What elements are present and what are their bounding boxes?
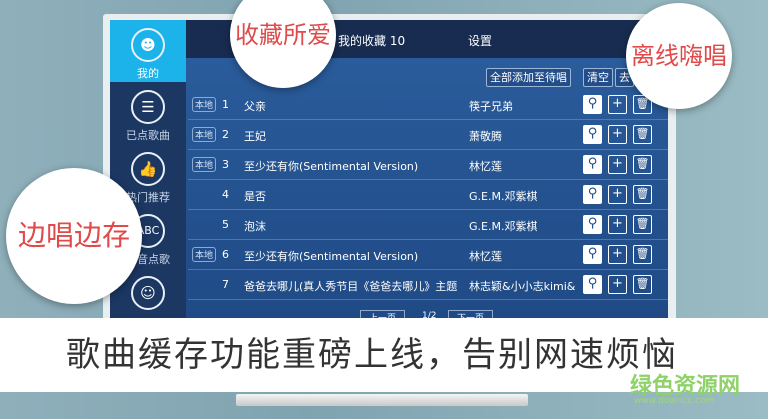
app-screen: ☻ 我的 ☰ 已点歌曲 👍 热门推荐 ABC 拼音点歌 ☺ 我的收藏 10 设置 全部添… bbox=[110, 20, 668, 320]
sidebar-item-mine[interactable]: ☻ 我的 bbox=[110, 20, 186, 82]
song-number: 3 bbox=[222, 158, 229, 171]
song-artist: 筷子兄弟 bbox=[469, 100, 513, 113]
song-artist: 林志颖&小小志kimi& bbox=[469, 280, 576, 293]
watermark-url: www.downcc.com bbox=[634, 396, 715, 406]
song-title: 至少还有你(Sentimental Version) bbox=[244, 160, 419, 173]
thumbs-up-icon: 👍 bbox=[131, 152, 165, 186]
add-plus-icon[interactable]: + bbox=[608, 185, 627, 204]
add-plus-icon[interactable]: + bbox=[608, 245, 627, 264]
add-plus-icon[interactable]: + bbox=[608, 215, 627, 234]
local-badge: 本地 bbox=[192, 97, 217, 112]
delete-trash-icon[interactable]: 🗑 bbox=[633, 245, 652, 264]
local-badge: 本地 bbox=[192, 127, 217, 142]
song-artist: 林忆莲 bbox=[469, 250, 502, 263]
add-plus-icon[interactable]: + bbox=[608, 95, 627, 114]
song-title: 王妃 bbox=[244, 130, 266, 143]
add-all-button[interactable]: 全部添加至待唱 bbox=[486, 68, 571, 87]
song-artist: 萧敬腾 bbox=[469, 130, 502, 143]
local-badge: 本地 bbox=[192, 157, 217, 172]
song-artist: 林忆莲 bbox=[469, 160, 502, 173]
tab-settings[interactable]: 设置 bbox=[468, 32, 492, 49]
list-icon: ☰ bbox=[131, 90, 165, 124]
local-badge: 本地 bbox=[192, 247, 217, 262]
callout-cache: 边唱边存 bbox=[6, 168, 142, 304]
song-title: 是否 bbox=[244, 190, 266, 203]
clear-button[interactable]: 清空 bbox=[583, 68, 613, 87]
sing-mic-icon[interactable]: ⚲ bbox=[583, 275, 602, 294]
add-plus-icon[interactable]: + bbox=[608, 125, 627, 144]
sidebar-item-label: 我的 bbox=[137, 67, 159, 80]
song-row[interactable]: 5 泡沫 G.E.M.邓紫棋 ⚲ + 🗑 bbox=[188, 210, 668, 240]
song-row[interactable]: 4 是否 G.E.M.邓紫棋 ⚲ + 🗑 bbox=[188, 180, 668, 210]
delete-trash-icon[interactable]: 🗑 bbox=[633, 125, 652, 144]
delete-trash-icon[interactable]: 🗑 bbox=[633, 155, 652, 174]
song-row[interactable]: 本地 6 至少还有你(Sentimental Version) 林忆莲 ⚲ + 🗑 bbox=[188, 240, 668, 270]
song-row[interactable]: 7 爸爸去哪儿(真人秀节目《爸爸去哪儿》主题 林志颖&小小志kimi& ⚲ + … bbox=[188, 270, 668, 300]
song-number: 4 bbox=[222, 188, 229, 201]
sing-mic-icon[interactable]: ⚲ bbox=[583, 245, 602, 264]
sing-mic-icon[interactable]: ⚲ bbox=[583, 95, 602, 114]
sing-mic-icon[interactable]: ⚲ bbox=[583, 215, 602, 234]
callout-offline: 离线嗨唱 bbox=[626, 3, 732, 109]
add-plus-icon[interactable]: + bbox=[608, 275, 627, 294]
song-number: 7 bbox=[222, 278, 229, 291]
song-artist: G.E.M.邓紫棋 bbox=[469, 220, 538, 233]
delete-trash-icon[interactable]: 🗑 bbox=[633, 185, 652, 204]
song-artist: G.E.M.邓紫棋 bbox=[469, 190, 538, 203]
sing-mic-icon[interactable]: ⚲ bbox=[583, 185, 602, 204]
delete-trash-icon[interactable]: 🗑 bbox=[633, 275, 652, 294]
tv-stand bbox=[236, 394, 528, 406]
song-row[interactable]: 本地 1 父亲 筷子兄弟 ⚲ + 🗑 bbox=[188, 90, 668, 120]
tab-favorites[interactable]: 我的收藏 10 bbox=[338, 32, 405, 49]
delete-trash-icon[interactable]: 🗑 bbox=[633, 215, 652, 234]
song-number: 6 bbox=[222, 248, 229, 261]
song-row[interactable]: 本地 2 王妃 萧敬腾 ⚲ + 🗑 bbox=[188, 120, 668, 150]
song-number: 5 bbox=[222, 218, 229, 231]
song-number: 2 bbox=[222, 128, 229, 141]
song-title: 父亲 bbox=[244, 100, 266, 113]
song-row[interactable]: 本地 3 至少还有你(Sentimental Version) 林忆莲 ⚲ + 🗑 bbox=[188, 150, 668, 180]
add-plus-icon[interactable]: + bbox=[608, 155, 627, 174]
sing-mic-icon[interactable]: ⚲ bbox=[583, 155, 602, 174]
song-title: 泡沫 bbox=[244, 220, 266, 233]
singer-icon: ☺ bbox=[131, 276, 165, 310]
sidebar-item-queued[interactable]: ☰ 已点歌曲 bbox=[110, 82, 186, 144]
user-icon: ☻ bbox=[131, 28, 165, 62]
song-title: 至少还有你(Sentimental Version) bbox=[244, 250, 419, 263]
sing-mic-icon[interactable]: ⚲ bbox=[583, 125, 602, 144]
song-title: 爸爸去哪儿(真人秀节目《爸爸去哪儿》主题 bbox=[244, 280, 458, 293]
sidebar-item-label: 已点歌曲 bbox=[126, 129, 170, 142]
song-number: 1 bbox=[222, 98, 229, 111]
